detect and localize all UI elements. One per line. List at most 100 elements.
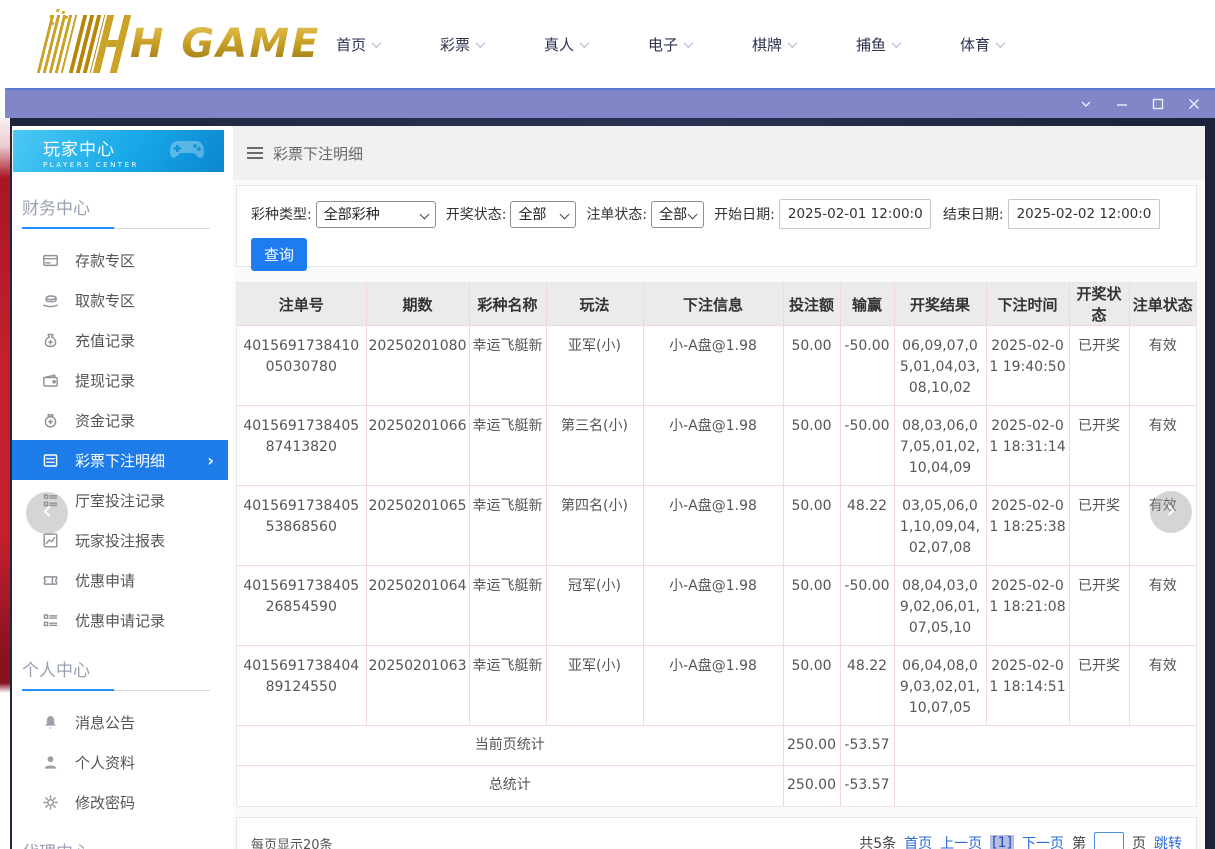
draw-status-select[interactable]: 全部 — [510, 201, 576, 228]
table-cell: 亚军(小) — [546, 326, 643, 406]
end-date-input[interactable] — [1008, 199, 1160, 229]
nav-item-label: 棋牌 — [752, 34, 782, 55]
chevron-down-icon[interactable] — [1079, 97, 1093, 111]
lottery-bet-detail-icon — [42, 452, 59, 469]
table-cell: 48.22 — [840, 646, 894, 726]
sidebar-item[interactable]: 存款专区 — [12, 240, 228, 280]
nav-item-7[interactable]: 体育 — [930, 34, 1034, 55]
table-cell: 401569173840489124550 — [237, 646, 366, 726]
carousel-left-arrow-icon[interactable]: ‹ — [26, 492, 68, 534]
table-body: 40156917384100503078020250201080幸运飞艇新亚军(… — [237, 326, 1196, 806]
sidebar-item[interactable]: 消息公告 — [12, 702, 228, 742]
sidebar-item[interactable]: 优惠申请 — [12, 560, 228, 600]
start-date-input[interactable] — [779, 199, 931, 229]
end-date-label: 结束日期: — [943, 204, 1004, 224]
carousel-right-arrow-icon[interactable]: › — [1150, 491, 1192, 533]
sidebar-item[interactable]: 彩票下注明细 › — [12, 440, 228, 480]
chevron-down-icon — [372, 38, 382, 48]
table-cell: 03,05,06,01,10,09,04,02,07,08 — [894, 486, 986, 566]
sidebar-item[interactable]: 取款专区 — [12, 280, 228, 320]
sidebar-item[interactable]: 充值记录 — [12, 320, 228, 360]
sidebar-item[interactable]: 资金记录 — [12, 400, 228, 440]
table-cell: 已开奖 — [1069, 326, 1129, 406]
table-header-row: 注单号期数彩种名称玩法下注信息投注额输赢开奖结果下注时间开奖状态注单状态 — [237, 283, 1196, 326]
next-page-link[interactable]: 下一页 — [1022, 833, 1064, 849]
sidebar-item-label: 厅室投注记录 — [75, 490, 165, 511]
table-cell: 小-A盘@1.98 — [643, 566, 783, 646]
jump-action-link[interactable]: 跳转 — [1154, 833, 1182, 849]
minimize-icon[interactable] — [1115, 97, 1129, 111]
table-cell: 08,04,03,09,02,06,01,07,05,10 — [894, 566, 986, 646]
table-cell: 401569173840553868560 — [237, 486, 366, 566]
table-cell: 已开奖 — [1069, 646, 1129, 726]
nav-item-6[interactable]: 捕鱼 — [826, 34, 930, 55]
table-cell: 有效 — [1129, 326, 1196, 406]
recharge-record-icon — [42, 332, 59, 349]
column-header: 彩种名称 — [469, 283, 546, 326]
page-size-text: 每页显示20条 — [251, 834, 333, 849]
sidebar-item-label: 修改密码 — [75, 792, 135, 813]
summary-bet-total: 250.00 — [783, 766, 840, 806]
table-cell: 50.00 — [783, 566, 840, 646]
summary-empty — [894, 766, 1196, 806]
table-cell: 小-A盘@1.98 — [643, 646, 783, 726]
first-page-link[interactable]: 首页 — [904, 833, 932, 849]
bet-detail-table: 注单号期数彩种名称玩法下注信息投注额输赢开奖结果下注时间开奖状态注单状态 401… — [237, 283, 1196, 806]
column-header: 开奖状态 — [1069, 283, 1129, 326]
sidebar-item-label: 取款专区 — [75, 290, 135, 311]
chevron-right-icon: › — [207, 451, 214, 470]
filter-panel: 彩种类型: 全部彩种 开奖状态: 全部 注单状态: 全部 开始日期: 结束日期:… — [236, 185, 1197, 267]
table-cell: 2025-02-01 18:21:08 — [986, 566, 1069, 646]
top-header: H GAME 首页彩票 真人 电子 棋牌 捕鱼 体育 — [0, 0, 1215, 88]
nav-item-label: 真人 — [544, 34, 574, 55]
table-cell: 有效 — [1129, 406, 1196, 486]
sidebar: 玩家中心 PLAYERS CENTER 财务中心存款专区取款专区充值记录提现记录… — [12, 126, 228, 849]
column-header: 输赢 — [840, 283, 894, 326]
sidebar-item[interactable]: 个人资料 — [12, 742, 228, 782]
close-icon[interactable] — [1187, 97, 1201, 111]
column-header: 注单号 — [237, 283, 366, 326]
main-nav: 首页彩票 真人 电子 棋牌 捕鱼 体育 — [306, 0, 1034, 88]
table-cell: -50.00 — [840, 406, 894, 486]
logo-text: H GAME — [130, 21, 320, 67]
current-page-indicator: [1] — [990, 835, 1014, 849]
lottery-type-select[interactable]: 全部彩种 — [316, 201, 436, 228]
prev-page-link[interactable]: 上一页 — [940, 833, 982, 849]
sidebar-item-label: 资金记录 — [75, 410, 135, 431]
maximize-icon[interactable] — [1151, 97, 1165, 111]
nav-item-5[interactable]: 棋牌 — [722, 34, 826, 55]
table-cell: 有效 — [1129, 646, 1196, 726]
table-cell: 20250201080 — [366, 326, 469, 406]
sidebar-item[interactable]: 优惠申请记录 — [12, 600, 228, 640]
menu-toggle-icon[interactable] — [247, 147, 263, 159]
search-button[interactable]: 查询 — [251, 238, 307, 271]
window-content: 玩家中心 PLAYERS CENTER 财务中心存款专区取款专区充值记录提现记录… — [12, 126, 1205, 849]
order-status-select[interactable]: 全部 — [651, 201, 704, 228]
sidebar-item-label: 优惠申请 — [75, 570, 135, 591]
nav-item-3[interactable]: 真人 — [514, 34, 618, 55]
bet-detail-table-wrap: 注单号期数彩种名称玩法下注信息投注额输赢开奖结果下注时间开奖状态注单状态 401… — [236, 282, 1197, 807]
withdrawal-record-icon — [42, 372, 59, 389]
sidebar-header[interactable]: 玩家中心 PLAYERS CENTER — [13, 130, 224, 172]
sidebar-item[interactable]: 修改密码 — [12, 782, 228, 822]
nav-item-2[interactable]: 彩票 — [410, 34, 514, 55]
table-cell: 50.00 — [783, 326, 840, 406]
jump-page-input[interactable] — [1094, 832, 1124, 849]
table-row: 40156917384048912455020250201063幸运飞艇新亚军(… — [237, 646, 1196, 726]
summary-win-loss: -53.57 — [840, 766, 894, 806]
table-cell: 50.00 — [783, 486, 840, 566]
nav-item-label: 体育 — [960, 34, 990, 55]
table-cell: 20250201064 — [366, 566, 469, 646]
table-cell: 亚军(小) — [546, 646, 643, 726]
deposit-card-icon — [42, 252, 59, 269]
section-underline — [22, 227, 210, 229]
logo[interactable]: H GAME — [14, 8, 320, 80]
sidebar-item-label: 优惠申请记录 — [75, 610, 165, 631]
nav-item-4[interactable]: 电子 — [618, 34, 722, 55]
window-titlebar — [5, 88, 1215, 118]
sidebar-item-label: 彩票下注明细 — [75, 450, 165, 471]
column-header: 注单状态 — [1129, 283, 1196, 326]
nav-item-1[interactable]: 首页 — [306, 34, 410, 55]
table-cell: 401569173840526854590 — [237, 566, 366, 646]
sidebar-item[interactable]: 提现记录 — [12, 360, 228, 400]
